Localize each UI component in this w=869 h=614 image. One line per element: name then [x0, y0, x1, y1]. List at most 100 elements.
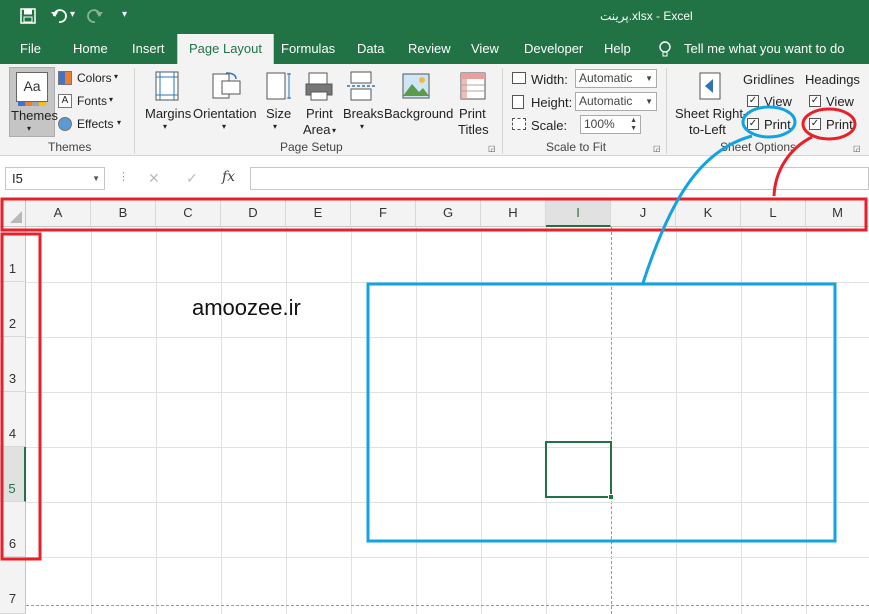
page-setup-launcher-icon[interactable]: ◲	[488, 144, 496, 153]
spinner-arrows-icon[interactable]: ▲ ▼	[630, 117, 637, 133]
fonts-button[interactable]: A Fonts ▾	[58, 93, 124, 111]
column-header-i[interactable]: I	[546, 199, 611, 227]
width-icon	[512, 72, 526, 84]
name-box[interactable]: I5 ▼	[5, 167, 105, 190]
row-header-7[interactable]: 7	[0, 557, 26, 614]
window-title: پرینت.xlsx - Excel	[600, 9, 693, 23]
gridlines-heading: Gridlines	[743, 72, 795, 87]
column-header-d[interactable]: D	[221, 199, 286, 227]
gridlines-print-label: Print	[764, 117, 791, 132]
row-header-6[interactable]: 6	[0, 502, 26, 557]
sheet-rtl-button[interactable]: Sheet Right- to-Left	[672, 64, 747, 137]
scale-value: 100%	[584, 117, 615, 131]
column-header-c[interactable]: C	[156, 199, 221, 227]
column-header-j[interactable]: J	[611, 199, 676, 227]
group-label-page-setup: Page Setup	[280, 140, 343, 154]
lightbulb-icon	[658, 40, 672, 58]
print-area-button[interactable]: Print Area ▾	[300, 64, 338, 137]
gridlines-print-checkbox[interactable]: ✓	[747, 118, 759, 130]
themes-icon-glyph: Aa	[23, 78, 41, 94]
insert-function-icon[interactable]: fx	[222, 169, 235, 185]
column-header-h[interactable]: H	[481, 199, 546, 227]
check-icon: ✓	[748, 118, 758, 129]
margins-icon	[151, 70, 183, 102]
check-icon: ✓	[810, 95, 820, 106]
colors-button[interactable]: Colors ▾	[58, 70, 124, 88]
fill-handle[interactable]	[608, 494, 614, 500]
sheet-options-launcher-icon[interactable]: ◲	[853, 144, 861, 153]
effects-button[interactable]: Effects ▾	[58, 116, 124, 134]
customize-qat-icon[interactable]: ▾	[122, 9, 127, 20]
margins-button[interactable]: Margins ▾	[143, 64, 191, 136]
ribbon-page-layout: Aa Themes ▾ Colors ▾ A Fonts ▾ Effects ▾…	[0, 64, 869, 156]
enter-icon[interactable]: ✓	[186, 170, 198, 187]
select-all-button[interactable]	[0, 199, 26, 227]
row-header-4[interactable]: 4	[0, 392, 26, 447]
gridlines-view-checkbox[interactable]: ✓	[747, 95, 759, 107]
size-icon	[261, 70, 293, 102]
printer-icon	[303, 70, 335, 102]
active-cell-i5[interactable]	[545, 441, 612, 498]
tab-insert[interactable]: Insert	[132, 34, 165, 64]
page-break-line	[611, 227, 612, 614]
row-header-2[interactable]: 2	[0, 282, 26, 337]
row-header-1[interactable]: 1	[0, 227, 26, 282]
tab-file[interactable]: File	[20, 34, 41, 64]
headings-view-checkbox[interactable]: ✓	[809, 95, 821, 107]
themes-dropdown-icon: ▾	[27, 124, 32, 133]
sheet-rtl-label-2: to-Left	[689, 122, 726, 137]
column-header-g[interactable]: G	[416, 199, 481, 227]
effects-label: Effects	[77, 117, 114, 131]
undo-icon[interactable]	[50, 7, 68, 25]
tab-data[interactable]: Data	[357, 34, 384, 64]
tell-me-search[interactable]: Tell me what you want to do	[684, 34, 844, 64]
ribbon-tabs: File Home Insert Page Layout Formulas Da…	[0, 34, 869, 65]
tab-developer[interactable]: Developer	[524, 34, 583, 64]
column-header-k[interactable]: K	[676, 199, 741, 227]
row-header-5[interactable]: 5	[0, 447, 26, 502]
colors-icon	[58, 71, 72, 85]
orientation-icon	[210, 70, 242, 102]
group-label-sheet-options: Sheet Options	[720, 140, 797, 154]
size-button[interactable]: Size ▾	[262, 64, 292, 136]
headings-heading: Headings	[805, 72, 860, 87]
background-button[interactable]: Background	[383, 64, 453, 136]
height-select[interactable]: Automatic ▼	[575, 92, 657, 111]
watermark-text: amoozee.ir	[192, 295, 301, 320]
breaks-label: Breaks	[343, 106, 384, 121]
headings-print-checkbox[interactable]: ✓	[809, 118, 821, 130]
tab-view[interactable]: View	[471, 34, 499, 64]
width-select[interactable]: Automatic ▼	[575, 69, 657, 88]
background-icon	[400, 70, 432, 102]
column-header-m[interactable]: M	[806, 199, 869, 227]
scale-label: Scale:	[531, 118, 568, 133]
tab-home[interactable]: Home	[73, 34, 108, 64]
scale-launcher-icon[interactable]: ◲	[653, 144, 661, 153]
orientation-label: Orientation	[193, 106, 257, 121]
row-header-3[interactable]: 3	[0, 337, 26, 392]
headings-print-label: Print	[826, 117, 853, 132]
orientation-button[interactable]: Orientation ▾	[192, 64, 258, 136]
gridlines-view-label: View	[764, 94, 792, 109]
tab-review[interactable]: Review	[408, 34, 451, 64]
column-header-b[interactable]: B	[91, 199, 156, 227]
print-titles-button[interactable]: Print Titles	[454, 64, 492, 137]
tab-page-layout[interactable]: Page Layout	[177, 34, 275, 65]
column-header-e[interactable]: E	[286, 199, 351, 227]
column-header-a[interactable]: A	[26, 199, 91, 227]
scale-icon	[512, 118, 526, 130]
column-header-f[interactable]: F	[351, 199, 416, 227]
tab-formulas[interactable]: Formulas	[281, 34, 335, 64]
scale-spinner[interactable]: 100% ▲ ▼	[580, 115, 641, 134]
save-icon[interactable]	[20, 8, 36, 24]
formula-input[interactable]	[250, 167, 869, 190]
chevron-down-icon: ▼	[645, 74, 653, 83]
cancel-icon[interactable]: ✕	[148, 170, 160, 187]
column-header-l[interactable]: L	[741, 199, 806, 227]
undo-dropdown-icon[interactable]: ▾	[70, 9, 75, 20]
chevron-down-icon[interactable]: ▼	[92, 168, 100, 189]
formula-bar: I5 ▼ ⋮ ✕ ✓ fx	[0, 162, 869, 194]
tab-help[interactable]: Help	[604, 34, 631, 64]
themes-button[interactable]: Aa Themes ▾	[9, 67, 58, 137]
breaks-button[interactable]: Breaks ▾	[342, 64, 384, 136]
